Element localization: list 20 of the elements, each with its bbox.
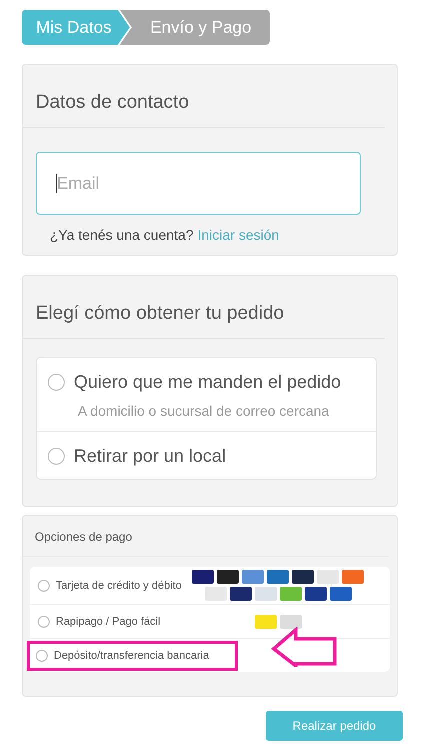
option-row[interactable]: Rapipago / Pago fácil bbox=[34, 616, 188, 628]
radio-button[interactable] bbox=[38, 580, 50, 592]
option-row[interactable]: Tarjeta de crédito y débito bbox=[34, 580, 188, 592]
radio-button[interactable] bbox=[48, 448, 65, 465]
option-label[interactable]: Quiero que me manden el pedido bbox=[74, 372, 342, 393]
option-label[interactable]: Depósito/transferencia bancaria bbox=[54, 650, 210, 662]
radio-button[interactable] bbox=[36, 650, 48, 662]
section-title: Opciones de pago bbox=[23, 516, 389, 557]
section-title: Elegí cómo obtener tu pedido bbox=[23, 276, 385, 339]
radio-button[interactable] bbox=[38, 616, 50, 628]
radio-button[interactable] bbox=[48, 374, 65, 391]
option-label[interactable]: Retirar por un local bbox=[74, 446, 226, 467]
section-title: Datos de contacto bbox=[23, 65, 385, 128]
option-description: A domicilio o sucursal de correo cercana bbox=[78, 403, 330, 419]
arrow-drawing bbox=[271, 627, 339, 667]
option-label[interactable]: Tarjeta de crédito y débito bbox=[56, 580, 182, 592]
text-cursor bbox=[56, 174, 57, 193]
option-label[interactable]: Rapipago / Pago fácil bbox=[56, 616, 161, 628]
email-field[interactable]: Email bbox=[36, 152, 361, 215]
account-prompt: ¿Ya tenés una cuenta? bbox=[50, 227, 194, 243]
